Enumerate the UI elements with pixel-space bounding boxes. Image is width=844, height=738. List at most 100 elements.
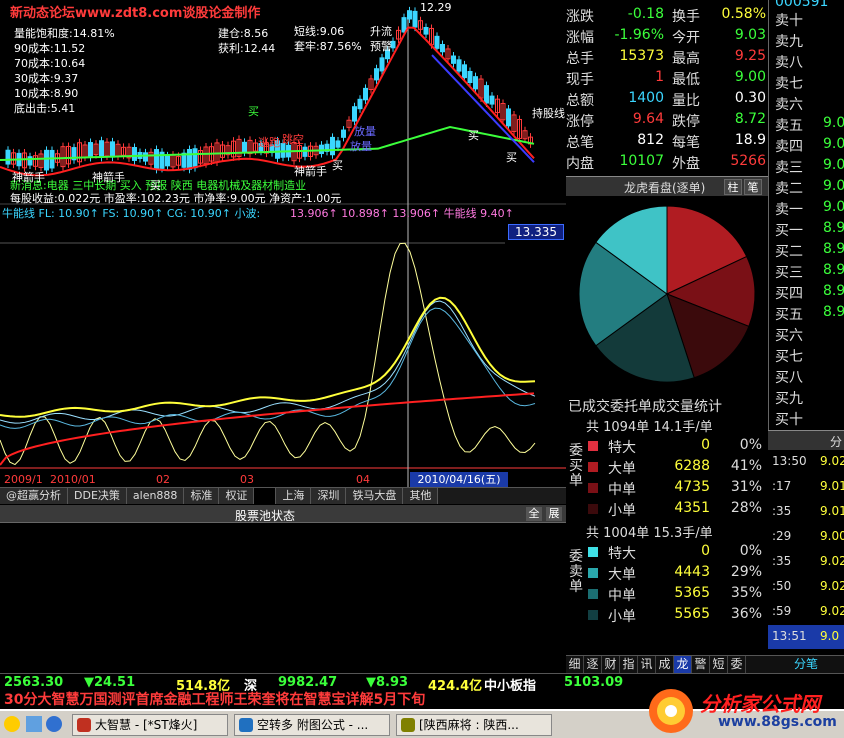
sub-tab[interactable]: 警 <box>692 656 710 673</box>
book-row: 买十 <box>769 407 844 428</box>
tab-tiema[interactable]: 铁马大盘 <box>346 488 404 504</box>
book-row: 买三 8.9 <box>769 260 844 281</box>
task-majiang-label: [陕西麻将 : 陕西... <box>419 718 519 732</box>
sub-tab[interactable]: 龙 <box>674 656 692 673</box>
label-fangliang-1: 放量 <box>354 125 376 138</box>
task-formula[interactable]: 空转多 附图公式 - ... <box>234 714 390 736</box>
task-dazhihui[interactable]: 大智慧 - [*ST烽火] <box>72 714 228 736</box>
candle-body <box>143 152 148 162</box>
tick-price: 9.0 <box>820 629 840 643</box>
flow-label: 特大 <box>608 440 636 456</box>
selected-date: 2010/04/16(五) <box>410 472 508 487</box>
color-swatch <box>588 547 598 557</box>
pe-line: 每股收益:0.022元 市盈率:102.23元 市净率:9.00元 净资产:1.… <box>10 192 342 205</box>
quote-value: 5266 <box>730 153 766 169</box>
book-level-label: 卖十 <box>775 13 803 29</box>
indicator-jiancang: 建仓:8.56 <box>218 27 269 40</box>
tab-other[interactable]: 其他 <box>403 488 439 504</box>
dragon-tick-button[interactable]: 笔 <box>744 179 762 195</box>
sell-flow-side-label: 委卖单 <box>569 549 583 595</box>
formula-icon <box>239 718 253 732</box>
tab-shanghai[interactable]: 上海 <box>276 488 312 504</box>
sub-tab[interactable]: 指 <box>620 656 638 673</box>
quote-row: 内盘 10107 外盘 5266 <box>566 151 768 172</box>
dragon-tiger-title: 龙虎看盘(逐单) <box>624 181 706 195</box>
sub-tab[interactable]: 成 <box>656 656 674 673</box>
tick-footer-tab[interactable]: 分笔 <box>768 655 844 673</box>
stock-pool-title: 股票池状态 <box>235 509 296 523</box>
candle-body <box>379 57 385 72</box>
candle-body <box>407 10 412 20</box>
buy-flow-side: 委买单 <box>566 444 586 489</box>
quote-row: 总笔 812 每笔 18.9 <box>566 130 768 151</box>
color-swatch <box>588 568 598 578</box>
sell-flow-row: 小单 5565 36% <box>586 605 766 626</box>
flow-value: 4351 <box>674 500 710 516</box>
indicator-cost70: 70成本:10.64 <box>14 57 86 70</box>
tick-time: :35 <box>772 504 792 518</box>
buy-flow-row: 小单 4351 28% <box>586 499 766 520</box>
candle-body <box>401 17 407 33</box>
ie-icon[interactable] <box>46 716 62 732</box>
sub-tab[interactable]: 财 <box>602 656 620 673</box>
tab-chaoying[interactable]: @超赢分析 <box>0 488 68 504</box>
desktop-icon[interactable] <box>26 716 42 732</box>
pool-all-button[interactable]: 全 <box>526 507 542 521</box>
tab-dde[interactable]: DDE决策 <box>68 488 127 504</box>
quote-label: 总额 <box>566 93 594 109</box>
sell-flow-row: 大单 4443 29% <box>586 563 766 584</box>
sell-flow-side: 委卖单 <box>566 550 586 595</box>
quote-row: 涨跌 -0.18 换手 0.58% <box>566 4 768 25</box>
site-title: 新动态论坛www.zdt8.com谈股论金制作 <box>10 6 261 21</box>
label-buy-3: 买 <box>468 129 479 142</box>
kline-chart-area[interactable]: 新动态论坛www.zdt8.com谈股论金制作 量能饱和度:14.81% 90成… <box>0 0 566 488</box>
tab-alen888[interactable]: alen888 <box>126 488 185 504</box>
label-tiaokong: 跳空 <box>282 133 304 146</box>
flow-percent: 41% <box>730 458 762 474</box>
quote-label: 最高 <box>672 51 700 67</box>
sub-tab[interactable]: 逐 <box>584 656 602 673</box>
flow-value: 5565 <box>674 606 710 622</box>
buy-flow-row: 特大 0 0% <box>586 436 766 457</box>
tick-price: 9.02 <box>820 554 844 568</box>
flow-label: 小单 <box>608 503 636 519</box>
sub-tab[interactable]: 讯 <box>638 656 656 673</box>
tab-warrant[interactable]: 权证 <box>219 488 255 504</box>
buy-flow-total: 共 1094单 14.1手/单 <box>586 420 713 435</box>
candle-body <box>88 142 93 159</box>
book-level-label: 买五 <box>775 307 803 323</box>
flow-value: 4443 <box>674 564 710 580</box>
candle-body <box>352 106 357 122</box>
task-majiang[interactable]: [陕西麻将 : 陕西... <box>396 714 552 736</box>
pool-expand-button[interactable]: 展 <box>546 507 562 521</box>
sub-tab[interactable]: 委 <box>728 656 746 673</box>
quote-label: 外盘 <box>672 156 700 172</box>
sub-tab[interactable]: 短 <box>710 656 728 673</box>
dragon-bar-button[interactable]: 柱 <box>724 179 742 195</box>
color-swatch <box>588 462 598 472</box>
quote-row: 总手 15373 最高 9.25 <box>566 46 768 67</box>
book-level-label: 买六 <box>775 328 803 344</box>
flow-label: 大单 <box>608 567 636 583</box>
flow-percent: 36% <box>730 606 762 622</box>
tick-row: :17 9.01 <box>768 475 844 499</box>
qq-icon[interactable] <box>4 716 20 732</box>
candle-body <box>335 140 341 148</box>
sub-tab[interactable]: 细 <box>566 656 584 673</box>
chart-tab-bar: @超赢分析 DDE决策 alen888 标准 权证 上海 深圳 铁马大盘 其他 <box>0 487 566 504</box>
label-fangliang-2: 放量 <box>350 140 372 153</box>
tab-standard[interactable]: 标准 <box>184 488 220 504</box>
flow-label: 大单 <box>608 461 636 477</box>
flow-value: 4735 <box>674 479 710 495</box>
indicator-duanxian: 短线:9.06 <box>294 25 345 38</box>
date-04: 04 <box>356 473 370 486</box>
indicator-shengliu: 升流 <box>370 25 392 38</box>
task-formula-label: 空转多 附图公式 - ... <box>257 718 369 732</box>
quote-label: 今开 <box>672 30 700 46</box>
quote-value: 1400 <box>628 90 664 106</box>
quote-value: 9.00 <box>734 69 766 85</box>
quote-label: 每笔 <box>672 135 700 151</box>
tick-row: 13:51 9.0 <box>768 625 844 649</box>
quote-label: 涨跌 <box>566 9 594 25</box>
tab-shenzhen[interactable]: 深圳 <box>311 488 347 504</box>
